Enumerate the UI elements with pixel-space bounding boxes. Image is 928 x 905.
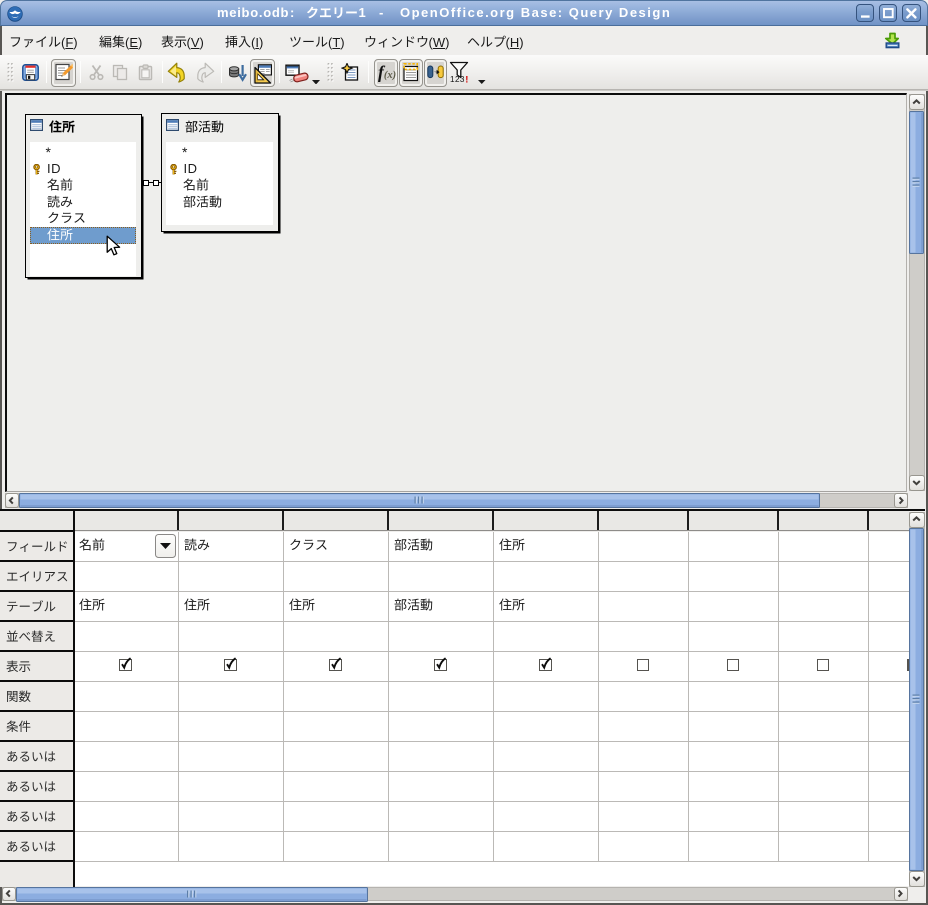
- svg-text:!: !: [465, 74, 468, 83]
- svg-text:123: 123: [450, 75, 465, 83]
